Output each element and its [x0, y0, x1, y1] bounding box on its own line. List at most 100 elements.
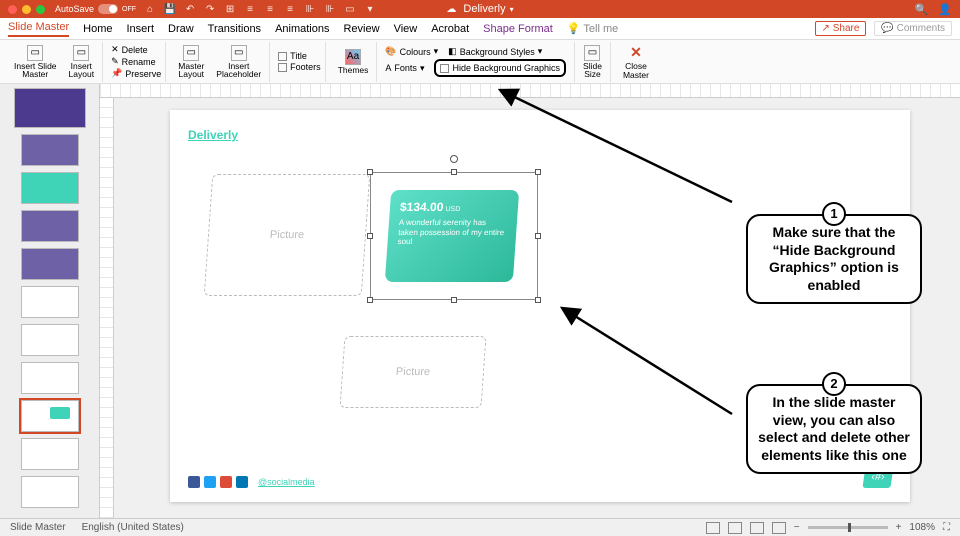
thumb-layout[interactable]: [21, 476, 79, 508]
resize-handle-icon[interactable]: [367, 169, 373, 175]
tab-review[interactable]: Review: [343, 23, 379, 35]
close-master-icon: ✕: [630, 44, 642, 61]
close-window-icon[interactable]: [8, 5, 17, 14]
status-mode: Slide Master: [10, 522, 66, 533]
more-icon[interactable]: ▾: [364, 3, 376, 15]
social-handle[interactable]: @socialmedia: [258, 477, 315, 487]
fullscreen-window-icon[interactable]: [36, 5, 45, 14]
footers-checkbox[interactable]: Footers: [278, 62, 321, 72]
insert-layout-label: Insert Layout: [69, 62, 95, 79]
vertical-ruler: [100, 98, 114, 518]
colours-dropdown[interactable]: 🎨Colours ▾: [385, 46, 438, 57]
resize-handle-icon[interactable]: [535, 169, 541, 175]
quick-access-toolbar: ⌂ 💾 ↶ ↷ ⊞ ≡ ≡ ≡ ⊪ ⊪ ▭ ▾: [144, 3, 376, 15]
align-center-icon[interactable]: ≡: [264, 3, 276, 15]
titlebar: AutoSave OFF ⌂ 💾 ↶ ↷ ⊞ ≡ ≡ ≡ ⊪ ⊪ ▭ ▾ Del…: [0, 0, 960, 18]
distribute-v-icon[interactable]: ⊪: [324, 3, 336, 15]
preserve-button[interactable]: 📌Preserve: [111, 68, 161, 79]
slide-size-button[interactable]: ▭ Slide Size: [579, 45, 606, 79]
autosave-state: OFF: [122, 6, 136, 13]
master-layout-button[interactable]: ▭ Master Layout: [174, 45, 208, 79]
comments-button[interactable]: 💬 Comments: [874, 21, 952, 36]
insert-placeholder-button[interactable]: ▭ Insert Placeholder: [212, 45, 265, 79]
home-icon[interactable]: ⌂: [144, 3, 156, 15]
account-icon[interactable]: 👤: [938, 3, 952, 16]
resize-handle-icon[interactable]: [451, 297, 457, 303]
sorter-view-button[interactable]: [728, 522, 742, 534]
document-title: Deliverly ▾: [446, 3, 513, 15]
rotate-handle-icon[interactable]: [450, 155, 458, 163]
thumb-layout[interactable]: [21, 248, 79, 280]
facebook-icon[interactable]: [188, 476, 200, 488]
thumb-layout[interactable]: [21, 210, 79, 242]
ribbon-group-background: 🎨Colours ▾ ◧Background Styles ▾ AFonts ▾…: [381, 42, 570, 82]
linkedin-icon[interactable]: [236, 476, 248, 488]
resize-handle-icon[interactable]: [535, 297, 541, 303]
tab-acrobat[interactable]: Acrobat: [431, 23, 469, 35]
resize-handle-icon[interactable]: [367, 233, 373, 239]
minimize-window-icon[interactable]: [22, 5, 31, 14]
resize-handle-icon[interactable]: [451, 169, 457, 175]
tab-view[interactable]: View: [394, 23, 418, 35]
zoom-in-button[interactable]: +: [896, 522, 902, 533]
tab-slide-master[interactable]: Slide Master: [8, 21, 69, 37]
resize-handle-icon[interactable]: [535, 233, 541, 239]
thumb-layout[interactable]: [21, 324, 79, 356]
slideshow-view-button[interactable]: [772, 522, 786, 534]
arrange-icon[interactable]: ⊞: [224, 3, 236, 15]
autosave-toggle[interactable]: AutoSave OFF: [55, 4, 136, 14]
close-master-button[interactable]: ✕ Close Master: [619, 44, 653, 79]
autosave-switch-icon[interactable]: [98, 4, 118, 14]
title-dropdown-icon[interactable]: ▾: [510, 5, 514, 14]
share-button[interactable]: ↗ Share: [815, 21, 867, 36]
normal-view-button[interactable]: [706, 522, 720, 534]
tab-shape-format[interactable]: Shape Format: [483, 23, 553, 35]
thumb-layout-selected[interactable]: [21, 400, 79, 432]
thumb-layout[interactable]: [21, 286, 79, 318]
selection-frame[interactable]: [370, 172, 538, 300]
group-icon[interactable]: ▭: [344, 3, 356, 15]
picture-placeholder[interactable]: Picture: [204, 174, 371, 296]
tab-home[interactable]: Home: [83, 23, 112, 35]
twitter-icon[interactable]: [204, 476, 216, 488]
rename-button[interactable]: ✎Rename: [111, 56, 161, 67]
thumb-layout[interactable]: [21, 362, 79, 394]
reading-view-button[interactable]: [750, 522, 764, 534]
distribute-h-icon[interactable]: ⊪: [304, 3, 316, 15]
ribbon-group-edit-master: ▭ Insert Slide Master ▭ Insert Layout: [6, 42, 103, 82]
redo-icon[interactable]: ↷: [204, 3, 216, 15]
insert-slide-master-button[interactable]: ▭ Insert Slide Master: [10, 45, 61, 79]
thumb-layout[interactable]: [21, 172, 79, 204]
tab-insert[interactable]: Insert: [126, 23, 154, 35]
zoom-level[interactable]: 108%: [909, 522, 935, 533]
tell-me-search[interactable]: 💡 Tell me: [567, 22, 618, 35]
align-bottom-icon[interactable]: ≡: [284, 3, 296, 15]
themes-button[interactable]: Aa Themes: [334, 49, 373, 75]
preserve-label: Preserve: [125, 69, 161, 79]
thumb-layout[interactable]: [21, 134, 79, 166]
thumbnail-panel[interactable]: [0, 84, 100, 518]
zoom-out-button[interactable]: −: [794, 522, 800, 533]
googleplus-icon[interactable]: [220, 476, 232, 488]
logo-text[interactable]: Deliverly: [188, 128, 238, 142]
hide-background-graphics-checkbox[interactable]: Hide Background Graphics: [434, 59, 566, 77]
align-left-icon[interactable]: ≡: [244, 3, 256, 15]
undo-icon[interactable]: ↶: [184, 3, 196, 15]
thumb-layout[interactable]: [21, 438, 79, 470]
thumb-master[interactable]: [14, 88, 86, 128]
resize-handle-icon[interactable]: [367, 297, 373, 303]
tab-animations[interactable]: Animations: [275, 23, 329, 35]
tab-transitions[interactable]: Transitions: [208, 23, 261, 35]
tab-draw[interactable]: Draw: [168, 23, 194, 35]
fit-window-button[interactable]: ⛶: [943, 522, 950, 533]
search-icon[interactable]: 🔍: [915, 3, 929, 16]
title-checkbox[interactable]: Title: [278, 51, 321, 61]
status-language[interactable]: English (United States): [82, 522, 184, 533]
fonts-dropdown[interactable]: AFonts ▾: [385, 63, 424, 74]
delete-button[interactable]: ✕Delete: [111, 44, 161, 55]
insert-layout-button[interactable]: ▭ Insert Layout: [65, 45, 99, 79]
bg-styles-dropdown[interactable]: ◧Background Styles ▾: [448, 46, 542, 57]
save-icon[interactable]: 💾: [164, 3, 176, 15]
zoom-slider[interactable]: [808, 526, 888, 529]
picture-placeholder[interactable]: Picture: [339, 336, 486, 408]
